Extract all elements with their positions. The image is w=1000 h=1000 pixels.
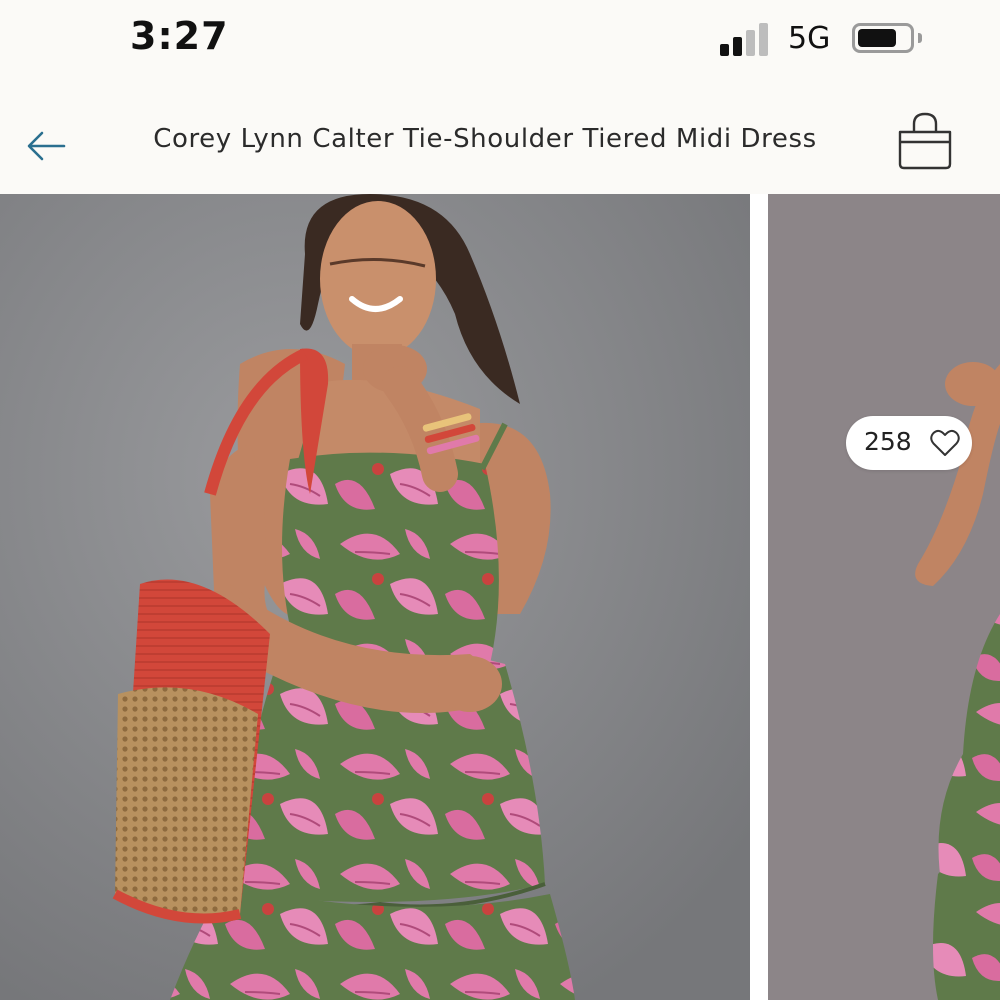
like-button[interactable]: 258 bbox=[846, 416, 972, 470]
shopping-bag-icon bbox=[898, 112, 952, 170]
signal-icon bbox=[720, 22, 772, 56]
battery-level bbox=[858, 29, 896, 47]
shopping-bag-button[interactable] bbox=[892, 110, 958, 172]
battery-cap bbox=[918, 33, 922, 43]
product-photo bbox=[768, 194, 1000, 1000]
status-time: 3:27 bbox=[130, 14, 229, 58]
product-title: Corey Lynn Calter Tie-Shoulder Tiered Mi… bbox=[153, 124, 817, 154]
product-gallery[interactable]: 258 bbox=[0, 194, 1000, 1000]
product-header: Corey Lynn Calter Tie-Shoulder Tiered Mi… bbox=[0, 84, 1000, 194]
network-label: 5G bbox=[788, 21, 831, 56]
status-bar: 3:27 5G bbox=[0, 0, 1000, 84]
likes-count: 258 bbox=[864, 427, 912, 456]
product-photo bbox=[0, 194, 750, 1000]
product-photo-main[interactable] bbox=[0, 194, 750, 1000]
product-photo-next[interactable] bbox=[768, 194, 1000, 1000]
battery-icon bbox=[852, 23, 914, 53]
back-button[interactable] bbox=[22, 120, 70, 168]
product-detail-screen: 3:27 5G Corey Lynn Calter Tie-Shoulder T… bbox=[0, 0, 1000, 1000]
heart-outline-icon bbox=[930, 429, 960, 456]
back-arrow-icon bbox=[27, 131, 66, 161]
